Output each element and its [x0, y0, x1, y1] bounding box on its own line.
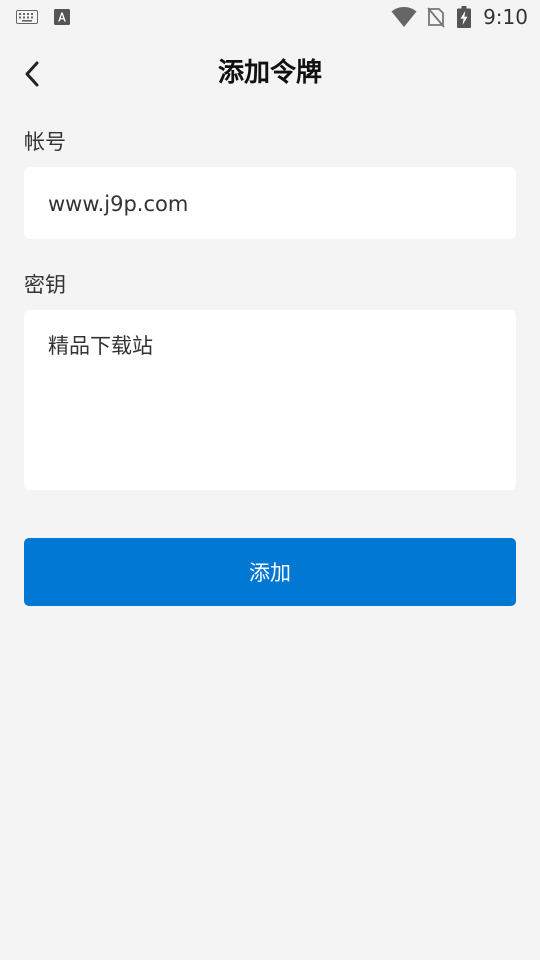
- no-sim-icon: [427, 7, 445, 28]
- account-label: 帐号: [24, 130, 66, 154]
- secret-label: 密钥: [24, 273, 66, 297]
- text-a-icon: [54, 9, 70, 25]
- keyboard-icon: [16, 10, 38, 24]
- page-title: 添加令牌: [217, 58, 322, 88]
- secret-input-value: 精品下载站: [48, 334, 153, 358]
- account-input-value: www.j9p.com: [48, 192, 189, 216]
- secret-input[interactable]: 精品下载站: [24, 310, 516, 490]
- status-bar: 9:10: [0, 0, 540, 36]
- status-bar-right: 9:10: [391, 5, 528, 29]
- status-time: 9:10: [483, 5, 528, 29]
- status-bar-left: [16, 9, 70, 25]
- account-input[interactable]: www.j9p.com: [24, 167, 516, 239]
- add-button[interactable]: 添加: [24, 538, 516, 606]
- battery-charging-icon: [457, 6, 472, 28]
- wifi-icon: [391, 7, 417, 27]
- app-bar: 添加令牌: [0, 46, 540, 102]
